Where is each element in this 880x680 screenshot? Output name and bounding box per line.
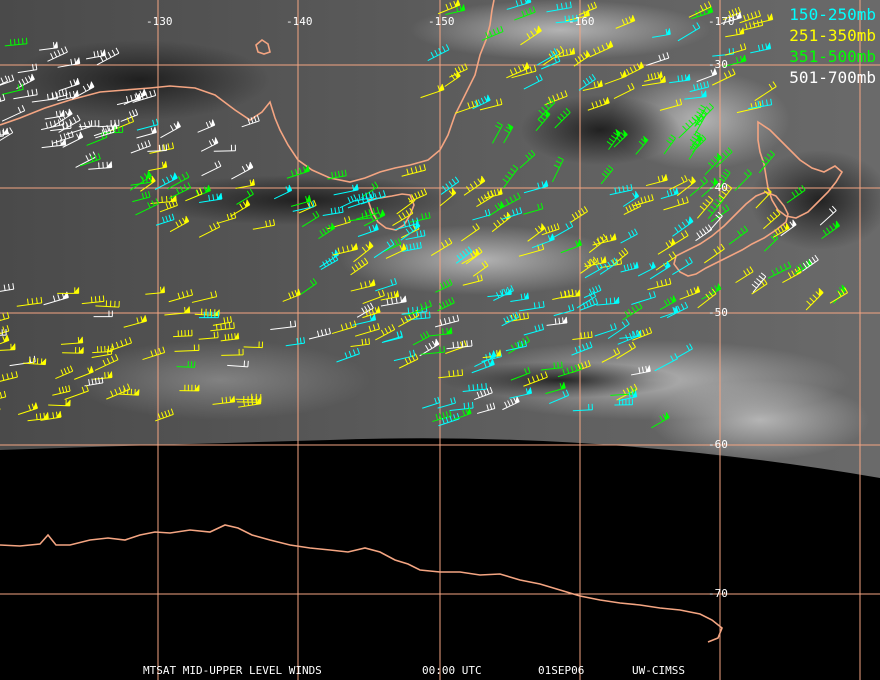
lon-label-170: -170: [708, 15, 735, 28]
lon-label-160: -160: [568, 15, 595, 28]
antarctica-coast: [0, 524, 723, 643]
source-credit: UW-CIMSS: [632, 664, 685, 677]
footer-caption: MTSAT MID-UPPER LEVEL WINDS 00:00 UTC 01…: [0, 664, 880, 678]
map-canvas: [0, 0, 880, 680]
lat-label-30: -30: [708, 58, 728, 71]
satellite-wind-map: -130 -140 -150 -160 -170 -30 -40 -50 -60…: [0, 0, 880, 680]
valid-date: 01SEP06: [538, 664, 585, 677]
valid-time: 00:00 UTC: [422, 664, 482, 677]
lat-label-70: -70: [708, 587, 728, 600]
lat-label-50: -50: [708, 306, 728, 319]
lat-label-60: -60: [708, 438, 728, 451]
legend-item-351-500: 351-500mb: [789, 47, 876, 66]
pressure-legend: 150-250mb 251-350mb 351-500mb 501-700mb: [789, 4, 876, 88]
lon-label-140: -140: [286, 15, 313, 28]
legend-item-150-250: 150-250mb: [789, 5, 876, 24]
lon-label-150: -150: [428, 15, 455, 28]
legend-item-501-700: 501-700mb: [789, 68, 876, 87]
legend-item-251-350: 251-350mb: [789, 26, 876, 45]
lon-label-130: -130: [146, 15, 173, 28]
lat-label-40: -40: [708, 181, 728, 194]
product-title: MTSAT MID-UPPER LEVEL WINDS: [143, 664, 322, 677]
